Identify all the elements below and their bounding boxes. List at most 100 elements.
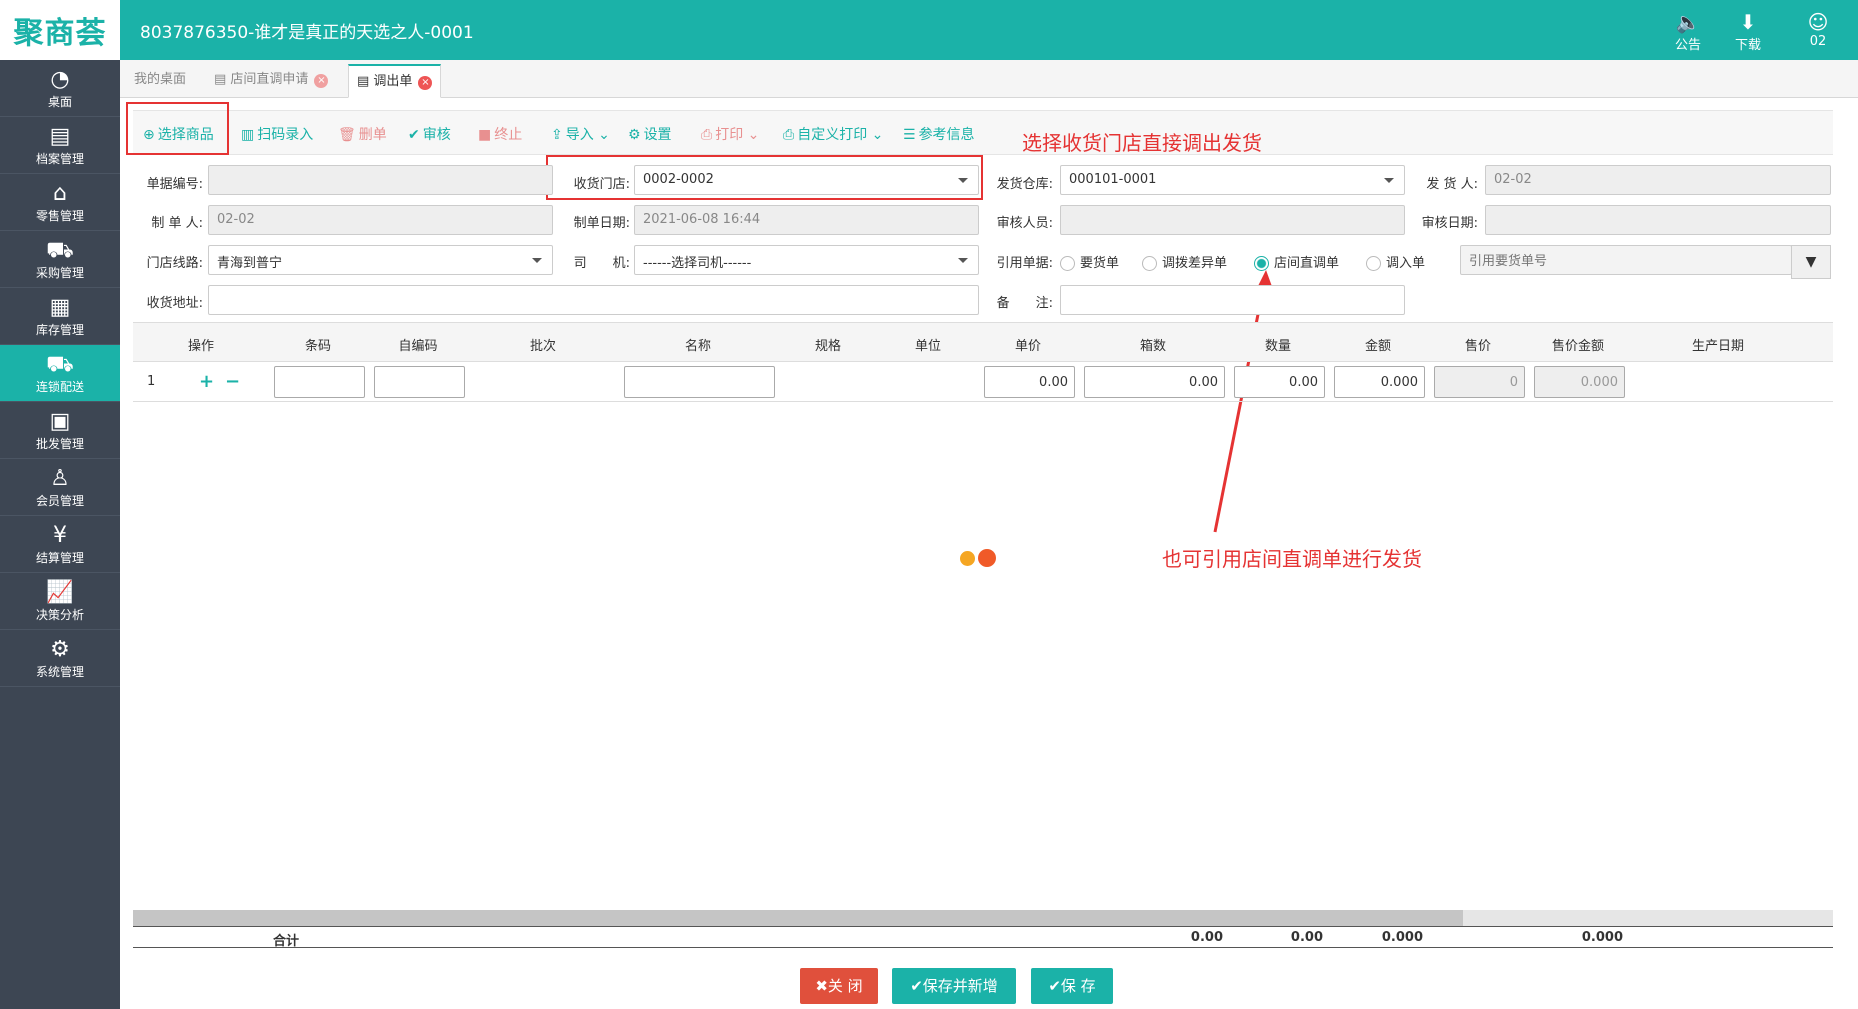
price-input[interactable]: 0.00 bbox=[984, 366, 1075, 398]
speaker-icon: 🔈 bbox=[1675, 10, 1701, 34]
tab-home[interactable]: 我的桌面 bbox=[126, 64, 194, 98]
sidebar-item-purchase[interactable]: ⛟ 采购管理 bbox=[0, 231, 120, 288]
user-menu[interactable]: ☺ 02 bbox=[1793, 10, 1843, 49]
auditor-label: 审核人员: bbox=[996, 216, 1053, 231]
sidebar-item-retail[interactable]: ⌂ 零售管理 bbox=[0, 174, 120, 231]
ref-option-direct-transfer[interactable]: 店间直调单 bbox=[1254, 252, 1339, 271]
qty-input[interactable]: 0.00 bbox=[1234, 366, 1325, 398]
sidebar-item-label: 连锁配送 bbox=[35, 380, 84, 394]
app-logo[interactable]: 聚商荟 bbox=[0, 0, 120, 60]
driver-label: 司 机: bbox=[573, 256, 630, 271]
save-button[interactable]: ✔保 存 bbox=[1031, 968, 1113, 1004]
sidebar-item-label: 会员管理 bbox=[35, 494, 84, 508]
col-header: 批次 bbox=[529, 339, 556, 354]
import-icon: ⇪ bbox=[551, 127, 563, 143]
store-label: 收货门店: bbox=[573, 177, 630, 192]
print-label: 打印 bbox=[715, 127, 744, 143]
sidebar-item-inventory[interactable]: ▦ 库存管理 bbox=[0, 288, 120, 345]
import-button[interactable]: ⇪ 导入 ⌄ bbox=[551, 124, 610, 144]
truck-icon: ⛟ bbox=[46, 352, 74, 377]
col-header: 单价 bbox=[1014, 339, 1041, 354]
make-date-field: 2021-06-08 16:44 bbox=[634, 205, 979, 235]
stop-icon: ■ bbox=[478, 127, 492, 143]
scrollbar-thumb[interactable] bbox=[133, 910, 1463, 926]
wholesale-icon: ▣ bbox=[49, 409, 71, 434]
boxes-input[interactable]: 0.00 bbox=[1084, 366, 1225, 398]
radio-icon bbox=[1060, 256, 1075, 271]
sidebar-item-distribution[interactable]: ⛟ 连锁配送 bbox=[0, 345, 120, 402]
store-select[interactable]: 0002-0002 bbox=[634, 165, 979, 195]
close-icon[interactable]: × bbox=[314, 74, 329, 88]
ref-option-transfer-in[interactable]: 调入单 bbox=[1366, 252, 1425, 271]
ref-option-request[interactable]: 要货单 bbox=[1060, 252, 1119, 271]
warehouse-label: 发货仓库: bbox=[996, 177, 1053, 192]
radio-icon bbox=[1142, 256, 1157, 271]
download-button[interactable]: ⬇ 下载 bbox=[1723, 10, 1773, 53]
remove-row-button[interactable]: − bbox=[225, 371, 240, 392]
reference-info-button[interactable]: ☰ 参考信息 bbox=[903, 124, 975, 144]
col-header: 规格 bbox=[814, 339, 841, 354]
sidebar-item-label: 档案管理 bbox=[35, 152, 84, 166]
remark-input[interactable] bbox=[1060, 285, 1405, 315]
audit-date-label: 审核日期: bbox=[1421, 216, 1478, 231]
ref-option-diff[interactable]: 调拨差异单 bbox=[1142, 252, 1227, 271]
sidebar: ◔ 桌面 ▤ 档案管理 ⌂ 零售管理 ⛟ 采购管理 ▦ 库存管理 ⛟ 连锁配送 ▣ 批发管理 … bbox=[0, 60, 120, 1009]
audit-date-field bbox=[1485, 205, 1831, 235]
scan-entry-button[interactable]: ▥ 扫码录入 bbox=[241, 124, 313, 144]
printer-icon: ⎙ bbox=[783, 127, 795, 143]
gear-icon: ⚙ bbox=[628, 127, 641, 143]
settings-button[interactable]: ⚙ 设置 bbox=[628, 124, 672, 144]
col-header: 条码 bbox=[304, 339, 331, 354]
chart-icon: 📈 bbox=[46, 580, 74, 605]
sidebar-item-label: 系统管理 bbox=[35, 665, 84, 679]
tab-transfer-out[interactable]: ▤ 调出单 × bbox=[348, 64, 442, 98]
annotation-bottom: 也可引用店间直调单进行发货 bbox=[1162, 547, 1422, 571]
toolbar: ⊕ 选择商品 ▥ 扫码录入 🗑 删单 ✔ 审核 ■ 终止 ⇪ 导入 ⌄ ⚙ 设置 ⎙ 打印 ⌄ … bbox=[133, 110, 1833, 155]
print-button[interactable]: ⎙ 打印 ⌄ bbox=[701, 124, 759, 144]
horizontal-scrollbar[interactable] bbox=[133, 910, 1833, 926]
annotation-top: 选择收货门店直接调出发货 bbox=[1022, 131, 1262, 155]
address-input[interactable] bbox=[208, 285, 979, 315]
dashboard-icon: ◔ bbox=[50, 67, 70, 92]
sidebar-item-analysis[interactable]: 📈 决策分析 bbox=[0, 573, 120, 630]
tab-label: 调出单 bbox=[373, 74, 413, 89]
ref-option-label: 要货单 bbox=[1080, 256, 1120, 271]
close-button[interactable]: ✖关 闭 bbox=[800, 968, 878, 1004]
printer-icon: ⎙ bbox=[701, 127, 713, 143]
close-icon[interactable]: × bbox=[418, 76, 433, 90]
total-qty: 0.00 bbox=[1290, 930, 1323, 945]
stop-label: 终止 bbox=[494, 127, 523, 143]
sidebar-item-desktop[interactable]: ◔ 桌面 bbox=[0, 60, 120, 117]
settings-label: 设置 bbox=[643, 127, 672, 143]
sidebar-item-archive[interactable]: ▤ 档案管理 bbox=[0, 117, 120, 174]
download-icon: ⬇ bbox=[1739, 10, 1757, 34]
custom-print-button[interactable]: ⎙ 自定义打印 ⌄ bbox=[783, 124, 883, 144]
driver-select[interactable]: ------选择司机------ bbox=[634, 245, 979, 275]
stop-button[interactable]: ■ 终止 bbox=[478, 124, 522, 144]
ref-doc-label: 引用单据: bbox=[996, 256, 1053, 271]
sidebar-item-member[interactable]: ♙ 会员管理 bbox=[0, 459, 120, 516]
route-select[interactable]: 青海到普宁 bbox=[208, 245, 553, 275]
doc-no-field[interactable] bbox=[208, 165, 553, 195]
save-and-new-button[interactable]: ✔保存并新增 bbox=[892, 968, 1016, 1004]
name-input[interactable] bbox=[624, 366, 775, 398]
self-code-input[interactable] bbox=[374, 366, 465, 398]
add-row-button[interactable]: + bbox=[199, 371, 214, 392]
warehouse-select[interactable]: 000101-0001 bbox=[1060, 165, 1405, 195]
sidebar-item-wholesale[interactable]: ▣ 批发管理 bbox=[0, 402, 120, 459]
table-header: 操作 条码 自编码 批次 名称 规格 单位 单价 箱数 数量 金额 售价 售价金… bbox=[133, 322, 1833, 362]
avatar-icon: ☺ bbox=[1807, 10, 1829, 34]
audit-button[interactable]: ✔ 审核 bbox=[408, 124, 451, 144]
col-header: 售价 bbox=[1464, 339, 1491, 354]
sidebar-item-settlement[interactable]: ¥ 结算管理 bbox=[0, 516, 120, 573]
tab-transfer-request[interactable]: ▤ 店间直调申请 × bbox=[206, 64, 336, 98]
ref-doc-input[interactable] bbox=[1460, 245, 1792, 275]
announcement-button[interactable]: 🔈 公告 bbox=[1663, 10, 1713, 53]
sidebar-item-system[interactable]: ⚙ 系统管理 bbox=[0, 630, 120, 687]
col-header: 操作 bbox=[187, 339, 214, 354]
filter-icon[interactable]: ▼ bbox=[1791, 245, 1831, 279]
delete-button[interactable]: 🗑 删单 bbox=[338, 124, 387, 144]
barcode-input[interactable] bbox=[274, 366, 365, 398]
sale-amount-field: 0.000 bbox=[1534, 366, 1625, 398]
amount-input[interactable]: 0.000 bbox=[1334, 366, 1425, 398]
